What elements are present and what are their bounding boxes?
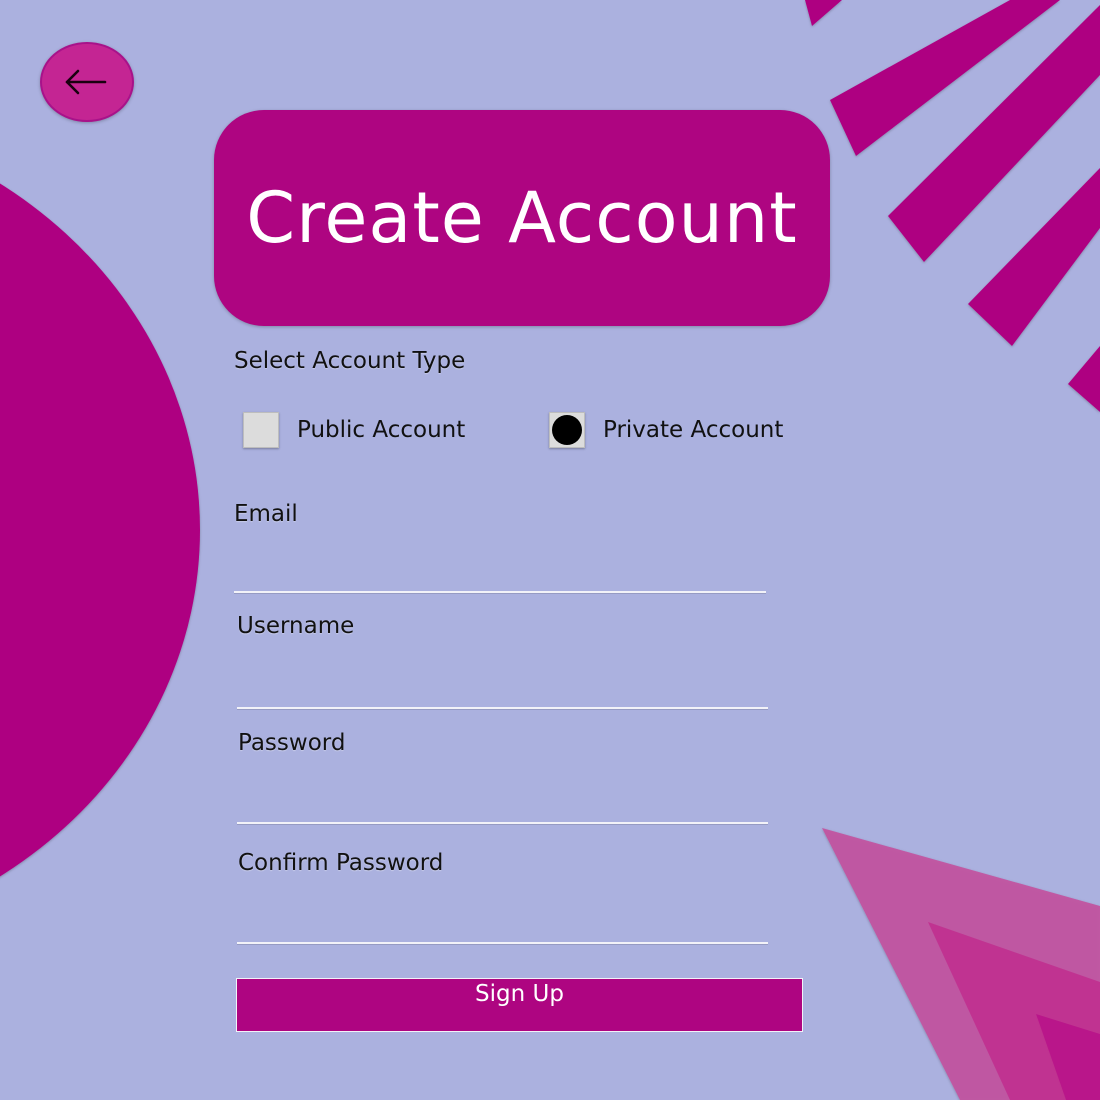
public-account-option[interactable]: Public Account xyxy=(243,410,465,450)
password-field[interactable] xyxy=(237,782,768,824)
confirm-password-field[interactable] xyxy=(237,902,768,944)
selected-indicator xyxy=(552,415,582,445)
private-account-label: Private Account xyxy=(603,417,784,443)
arrow-left-icon xyxy=(65,69,107,95)
decor-triangles xyxy=(822,828,1100,1100)
email-field[interactable] xyxy=(234,551,766,593)
title-card: Create Account xyxy=(214,110,830,326)
email-label: Email xyxy=(234,501,298,527)
decor-stripes xyxy=(805,0,1100,412)
private-account-option[interactable]: Private Account xyxy=(549,410,783,450)
back-button[interactable] xyxy=(40,42,134,122)
confirm-password-label: Confirm Password xyxy=(238,850,444,876)
sign-up-button[interactable]: Sign Up xyxy=(236,978,803,1032)
public-account-label: Public Account xyxy=(297,417,466,443)
page-title: Create Account xyxy=(246,177,798,259)
username-label: Username xyxy=(237,613,355,639)
password-label: Password xyxy=(238,730,346,756)
decor-half-circle xyxy=(0,183,200,877)
public-account-checkbox[interactable] xyxy=(243,412,279,448)
account-type-label: Select Account Type xyxy=(234,348,466,374)
private-account-checkbox[interactable] xyxy=(549,412,585,448)
username-field[interactable] xyxy=(237,667,768,709)
